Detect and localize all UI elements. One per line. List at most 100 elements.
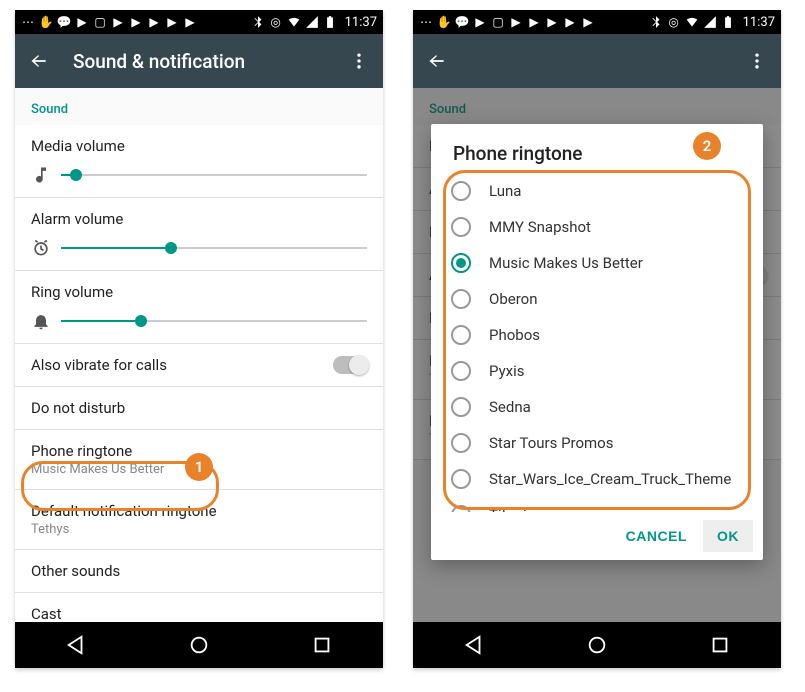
cancel-button[interactable]: CANCEL xyxy=(612,520,701,552)
ring-volume-label: Ring volume xyxy=(31,283,367,301)
nav-back-icon[interactable] xyxy=(65,634,87,656)
chat-icon: 💬 xyxy=(57,15,71,29)
video2-icon: ▶ xyxy=(527,15,541,29)
vibrate-toggle[interactable] xyxy=(333,356,367,374)
cast-label: Cast xyxy=(31,605,367,622)
radio-icon xyxy=(451,361,471,381)
row-ring-volume[interactable]: Ring volume xyxy=(15,271,383,344)
nav-back-icon[interactable] xyxy=(463,634,485,656)
radio-icon xyxy=(451,217,471,237)
more-icon: ⋯ xyxy=(419,15,433,29)
media-slider[interactable] xyxy=(61,174,367,176)
phone-right: ⋯ ✋ 💬 ▶ ▢ ▶ ▶ ▶ ▶ ▶ ◎ 11:37 xyxy=(413,10,781,668)
ok-button[interactable]: OK xyxy=(703,520,753,552)
alarm-slider[interactable] xyxy=(61,247,367,249)
ringtone-option[interactable]: Luna xyxy=(447,173,757,209)
sync-icon: ◎ xyxy=(667,15,681,29)
ringtone-option-label: Luna xyxy=(489,182,521,200)
ringtone-title: Phone ringtone xyxy=(31,442,367,460)
status-bar: ⋯ ✋ 💬 ▶ ▢ ▶ ▶ ▶ ▶ ▶ ◎ 11:37 xyxy=(15,10,383,34)
ringtone-option-label: Sedna xyxy=(489,398,531,416)
play-icon: ▶ xyxy=(75,15,89,29)
ringtone-option-label: Pyxis xyxy=(489,362,525,380)
notif-title: Default notification ringtone xyxy=(31,502,367,520)
back-icon[interactable] xyxy=(29,51,49,71)
ringtone-sub: Music Makes Us Better xyxy=(31,462,367,477)
status-bar: ⋯ ✋ 💬 ▶ ▢ ▶ ▶ ▶ ▶ ▶ ◎ 11:37 xyxy=(413,10,781,34)
ringtone-option[interactable]: Titania xyxy=(447,497,757,512)
appbar-title: Sound & notification xyxy=(73,50,325,73)
radio-icon xyxy=(451,325,471,345)
row-dnd[interactable]: Do not disturb xyxy=(15,387,383,430)
ringtone-option-label: MMY Snapshot xyxy=(489,218,591,236)
video5-icon: ▶ xyxy=(183,15,197,29)
radio-icon xyxy=(451,397,471,417)
row-notification-ringtone[interactable]: Default notification ringtone Tethys xyxy=(15,490,383,550)
ringtone-option[interactable]: Music Makes Us Better xyxy=(447,245,757,281)
settings-content-dimmed: Sound Media volume Alarm volume Ring vol… xyxy=(413,88,781,622)
alarm-volume-label: Alarm volume xyxy=(31,210,367,228)
chat-icon: 💬 xyxy=(455,15,469,29)
ringtone-dialog: Phone ringtone Luna MMY Snapshot Music Mak… xyxy=(431,124,763,560)
nav-home-icon[interactable] xyxy=(586,634,608,656)
radio-icon xyxy=(451,433,471,453)
video5-icon: ▶ xyxy=(581,15,595,29)
overflow-icon[interactable] xyxy=(747,51,767,71)
video3-icon: ▶ xyxy=(545,15,559,29)
row-vibrate[interactable]: Also vibrate for calls xyxy=(15,344,383,387)
sync-icon: ◎ xyxy=(269,15,283,29)
bluetooth-icon xyxy=(649,15,663,29)
ringtone-option[interactable]: Sedna xyxy=(447,389,757,425)
music-icon xyxy=(31,165,51,185)
dialog-title: Phone ringtone xyxy=(431,124,763,173)
nav-recent-icon[interactable] xyxy=(709,634,731,656)
ringtone-option-label: Oberon xyxy=(489,290,537,308)
nav-home-icon[interactable] xyxy=(188,634,210,656)
battery-icon xyxy=(721,15,735,29)
ringtone-option[interactable]: Oberon xyxy=(447,281,757,317)
bluetooth-icon xyxy=(251,15,265,29)
hand-icon: ✋ xyxy=(437,15,451,29)
other-label: Other sounds xyxy=(31,562,367,580)
row-phone-ringtone[interactable]: Phone ringtone Music Makes Us Better xyxy=(15,430,383,490)
notif-sub: Tethys xyxy=(31,522,367,537)
section-sound-label: Sound xyxy=(15,88,383,125)
image-icon: ▢ xyxy=(491,15,505,29)
hand-icon: ✋ xyxy=(39,15,53,29)
ringtone-option[interactable]: Pyxis xyxy=(447,353,757,389)
vibrate-label: Also vibrate for calls xyxy=(31,356,333,374)
alarm-icon xyxy=(31,238,51,258)
ringtone-option-label: Phobos xyxy=(489,326,540,344)
video2-icon: ▶ xyxy=(129,15,143,29)
ring-slider[interactable] xyxy=(61,320,367,322)
nav-recent-icon[interactable] xyxy=(311,634,333,656)
wifi-icon xyxy=(685,15,699,29)
nav-bar xyxy=(15,622,383,668)
app-bar: Sound & notification xyxy=(15,34,383,88)
bell-icon xyxy=(31,311,51,331)
play-icon: ▶ xyxy=(473,15,487,29)
ringtone-option-list[interactable]: Luna MMY Snapshot Music Makes Us Better Obe… xyxy=(431,173,763,512)
ringtone-option[interactable]: Star Tours Promos xyxy=(447,425,757,461)
signal-icon xyxy=(703,15,717,29)
status-time: 11:37 xyxy=(743,15,775,30)
phone-left: ⋯ ✋ 💬 ▶ ▢ ▶ ▶ ▶ ▶ ▶ ◎ 11:37 xyxy=(15,10,383,668)
video4-icon: ▶ xyxy=(563,15,577,29)
ringtone-option[interactable]: MMY Snapshot xyxy=(447,209,757,245)
ringtone-option[interactable]: Phobos xyxy=(447,317,757,353)
video-icon: ▶ xyxy=(111,15,125,29)
row-media-volume[interactable]: Media volume xyxy=(15,125,383,198)
dnd-label: Do not disturb xyxy=(31,399,367,417)
row-alarm-volume[interactable]: Alarm volume xyxy=(15,198,383,271)
radio-icon xyxy=(451,289,471,309)
row-other-sounds[interactable]: Other sounds xyxy=(15,550,383,593)
ringtone-option[interactable]: Star_Wars_Ice_Cream_Truck_Theme xyxy=(447,461,757,497)
back-icon[interactable] xyxy=(427,51,447,71)
settings-content: Sound Media volume Alarm volume xyxy=(15,88,383,622)
radio-icon xyxy=(451,181,471,201)
radio-icon xyxy=(451,469,471,489)
row-cast[interactable]: Cast xyxy=(15,593,383,622)
status-time: 11:37 xyxy=(345,15,377,30)
overflow-icon[interactable] xyxy=(349,51,369,71)
battery-icon xyxy=(323,15,337,29)
